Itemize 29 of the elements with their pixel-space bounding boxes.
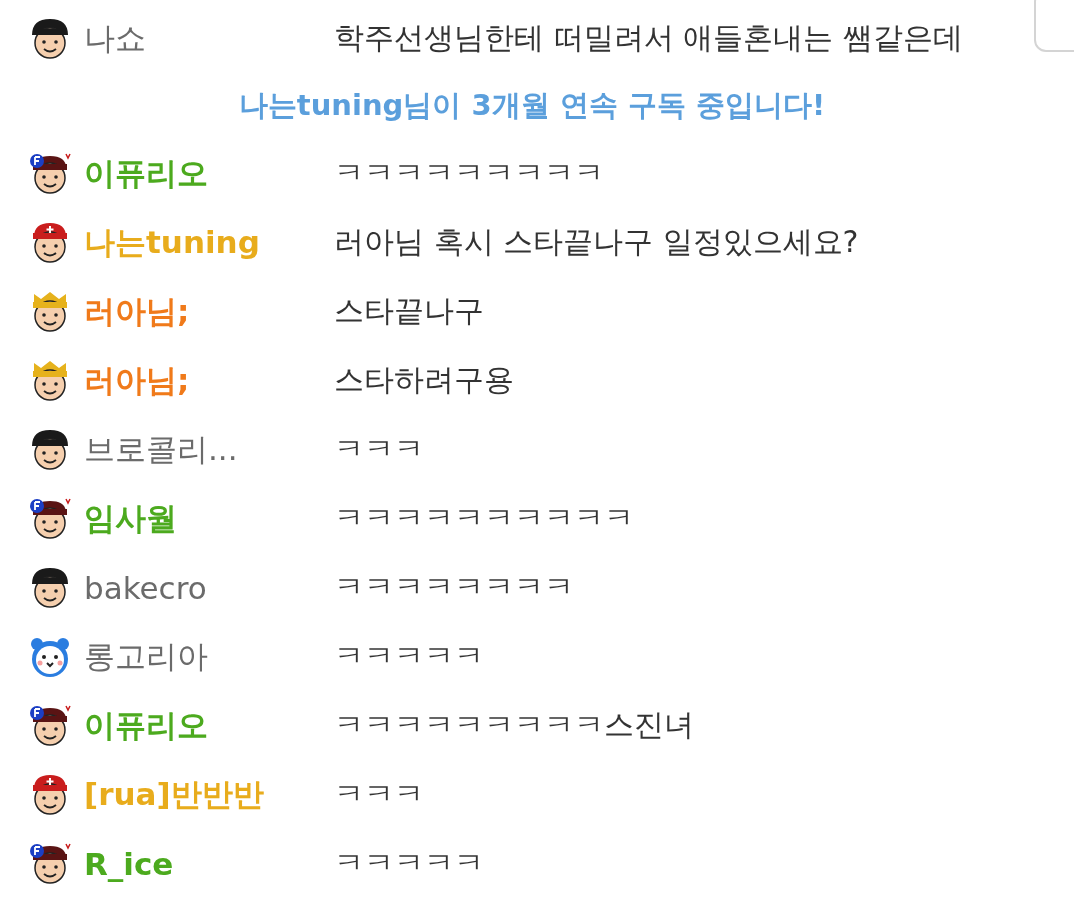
user-name[interactable]: 나는tuning [84,221,334,264]
chat-message: ㅋㅋㅋㅋㅋㅋㅋㅋㅋㅋ [334,499,634,537]
chat-message: ㅋㅋㅋㅋㅋ [334,637,484,675]
chat-message: 학주선생님한테 떠밀려서 애들혼내는 쌤같은데 [334,19,963,57]
user-name[interactable]: bakecro [84,569,334,606]
capped-boy-icon [28,703,72,748]
chat-message: ㅋㅋㅋㅋㅋ [334,844,484,882]
chat-message: 러아님 혹시 스타끝나구 일정있으세요? [334,223,859,261]
capped-boy-icon [28,151,72,196]
chat-message: ㅋㅋㅋㅋㅋㅋㅋㅋㅋ스진녀 [334,706,694,744]
chat-message: ㅋㅋㅋ [334,775,424,813]
chat-message: ㅋㅋㅋ [334,430,424,468]
user-name[interactable]: 러아님; [84,359,334,402]
user-name[interactable]: 러아님; [84,290,334,333]
subscription-notice: 나는tuning님이 3개월 연속 구독 중입니다! [237,87,827,124]
user-name[interactable]: 이퓨리오 [84,152,334,195]
user-name[interactable]: 나쇼 [84,17,334,60]
user-name[interactable]: 브로콜리... [84,428,334,471]
capped-boy-icon [28,841,72,886]
user-name[interactable]: 이퓨리오 [84,704,334,747]
chat-message: 스타끝나구 [334,292,484,330]
user-name[interactable]: 롱고리아 [84,635,334,678]
user-name[interactable]: [rua]반반반 [84,773,334,816]
chat-message: 스타하려구용 [334,361,514,399]
chat-message: ㅋㅋㅋㅋㅋㅋㅋㅋ [334,568,574,606]
chat-message: ㅋㅋㅋㅋㅋㅋㅋㅋㅋ [334,154,604,192]
capped-boy-icon [28,496,72,541]
user-name[interactable]: R_ice [84,845,334,882]
user-name[interactable]: 임사월 [84,497,334,540]
